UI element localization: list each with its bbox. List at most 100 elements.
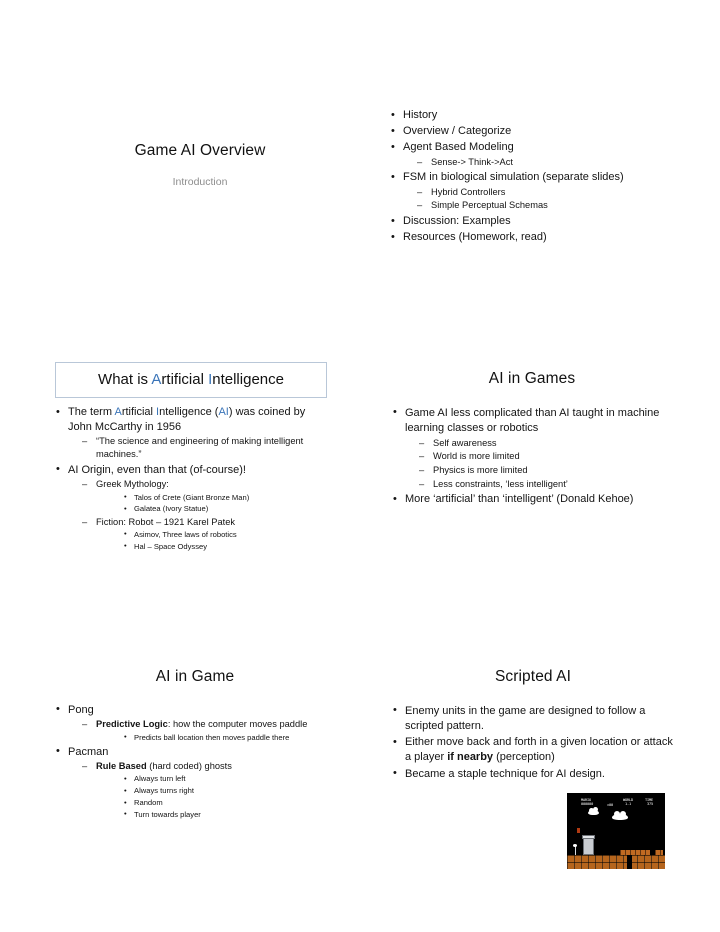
sublist: Self awareness World is more limited Phy… bbox=[405, 437, 672, 491]
cloud-icon bbox=[588, 807, 599, 815]
list-item: Pacman Rule Based (hard coded) ghosts Al… bbox=[55, 744, 335, 821]
list-item: Hybrid Controllers bbox=[417, 186, 680, 199]
list-item-segment-accent: A bbox=[114, 406, 122, 418]
sublist: Predicts ball location then moves paddle… bbox=[96, 731, 335, 744]
list-item-segment: The term bbox=[68, 406, 115, 418]
list-item: Rule Based (hard coded) ghosts Always tu… bbox=[82, 760, 335, 820]
hud-time: TIME 375 bbox=[645, 798, 654, 807]
slide-body: The term Artificial Intelligence (AI) wa… bbox=[55, 404, 327, 552]
ai-in-game-list: Pong Predictive Logic: how the computer … bbox=[55, 702, 335, 821]
list-item: AI Origin, even than that (of-course)! G… bbox=[55, 462, 327, 552]
game-scene: MARIO 000000 ×00 WORLD 1-1 TIME 375 bbox=[567, 793, 665, 869]
title-segment: rtificial bbox=[161, 371, 209, 388]
list-item: More ‘artificial’ than ‘intelligent’ (Do… bbox=[392, 492, 672, 507]
list-item: Always turn left bbox=[123, 773, 335, 785]
hud-coins: ×00 bbox=[607, 803, 614, 807]
list-item-label: AI Origin, even than that (of-course)! bbox=[68, 463, 246, 476]
list-item-emphasis: if nearby bbox=[447, 751, 494, 764]
pipe bbox=[582, 835, 595, 855]
list-item-label: Pong bbox=[68, 703, 94, 716]
list-item-label: Fiction: Robot – 1921 Karel Patek bbox=[96, 516, 236, 527]
list-item-emphasis: Rule Based bbox=[96, 761, 147, 772]
page-title: Game AI Overview bbox=[134, 142, 266, 159]
sublist: Sense-> Think->Act bbox=[403, 156, 680, 169]
slide-heading: AI in Games bbox=[488, 370, 576, 387]
list-item: Fiction: Robot – 1921 Karel Patek Asimov… bbox=[82, 516, 327, 553]
slide-what-is-ai: What is Artificial Intelligence The term… bbox=[55, 362, 327, 554]
ground-gap bbox=[627, 855, 632, 869]
list-item: Simple Perceptual Schemas bbox=[417, 199, 680, 212]
cloud-icon bbox=[612, 811, 628, 820]
flag-pole bbox=[575, 846, 576, 855]
sublist: Asimov, Three laws of robotics Hal – Spa… bbox=[96, 528, 327, 553]
list-item: Asimov, Three laws of robotics bbox=[123, 528, 327, 541]
list-item: Resources (Homework, read) bbox=[390, 230, 680, 245]
hud-world: WORLD 1-1 bbox=[623, 798, 634, 807]
slide-subtitle: Introduction bbox=[172, 175, 228, 188]
list-item: Random bbox=[123, 797, 335, 809]
super-mario-bros-screenshot: MARIO 000000 ×00 WORLD 1-1 TIME 375 bbox=[567, 793, 665, 869]
list-item-segment: : how the computer moves paddle bbox=[167, 719, 308, 730]
list-item-label: Game AI less complicated than AI taught … bbox=[405, 406, 660, 434]
list-item: World is more limited bbox=[419, 450, 672, 463]
list-item: Predictive Logic: how the computer moves… bbox=[82, 718, 335, 743]
title-segment: ntelligence bbox=[212, 371, 284, 388]
list-item: Discussion: Examples bbox=[390, 214, 680, 229]
list-item-segment-accent: AI bbox=[218, 406, 229, 418]
list-item-segment: (perception) bbox=[493, 751, 555, 764]
list-item: Hal – Space Odyssey bbox=[123, 540, 327, 553]
list-item-segment: rtificial bbox=[121, 406, 157, 418]
list-item: Turn towards player bbox=[123, 808, 335, 821]
scripted-ai-list: Enemy units in the game are designed to … bbox=[392, 703, 674, 782]
sublist: Talos of Crete (Giant Bronze Man) Galate… bbox=[96, 491, 327, 516]
list-item: Pong Predictive Logic: how the computer … bbox=[55, 702, 335, 743]
list-item: Enemy units in the game are designed to … bbox=[392, 703, 674, 734]
list-item-segment: ntelligence ( bbox=[159, 406, 219, 418]
list-item: Predicts ball location then moves paddle… bbox=[123, 731, 335, 744]
what-is-ai-list: The term Artificial Intelligence (AI) wa… bbox=[55, 404, 327, 552]
title-segment-accent: A bbox=[151, 371, 162, 388]
sublist: Greek Mythology: Talos of Crete (Giant B… bbox=[68, 478, 327, 552]
list-item: FSM in biological simulation (separate s… bbox=[390, 170, 680, 213]
slide-scripted-ai: Scripted AI Enemy units in the game are … bbox=[392, 668, 674, 783]
ground-tiles bbox=[567, 855, 665, 869]
list-item: Talos of Crete (Giant Bronze Man) bbox=[123, 491, 327, 504]
slide-title-overview: Game AI Overview Introduction bbox=[40, 100, 360, 350]
list-item: Self awareness bbox=[419, 437, 672, 450]
list-item: Always turns right bbox=[123, 785, 335, 797]
list-item-emphasis: Predictive Logic bbox=[96, 719, 168, 730]
sublist: Always turn left Always turns right Rand… bbox=[96, 773, 335, 820]
list-item: Physics is more limited bbox=[419, 464, 672, 477]
list-item: Either move back and forth in a given lo… bbox=[392, 735, 674, 765]
agenda-list: History Overview / Categorize Agent Base… bbox=[390, 108, 680, 245]
list-item: History bbox=[390, 108, 680, 123]
list-item: Became a staple technique for AI design. bbox=[392, 766, 674, 782]
list-item: Sense-> Think->Act bbox=[417, 156, 680, 169]
slide-agenda: History Overview / Categorize Agent Base… bbox=[390, 108, 680, 358]
sublist: Predictive Logic: how the computer moves… bbox=[68, 718, 335, 743]
sublist: Hybrid Controllers Simple Perceptual Sch… bbox=[403, 186, 680, 213]
slide-ai-in-game: AI in Game Pong Predictive Logic: how th… bbox=[55, 668, 335, 822]
list-item: Game AI less complicated than AI taught … bbox=[392, 405, 672, 491]
list-item-label: FSM in biological simulation (separate s… bbox=[403, 171, 624, 184]
title-segment: What is bbox=[98, 371, 152, 388]
ai-in-games-list: Game AI less complicated than AI taught … bbox=[392, 405, 672, 508]
slide-heading: AI in Game bbox=[155, 668, 235, 685]
list-item-label: Greek Mythology: bbox=[96, 479, 169, 490]
list-item: “The science and engineering of making i… bbox=[82, 435, 327, 461]
flag-top-ball bbox=[573, 844, 577, 847]
list-item-label: Pacman bbox=[68, 745, 109, 758]
list-item: Greek Mythology: Talos of Crete (Giant B… bbox=[82, 478, 327, 515]
sublist: “The science and engineering of making i… bbox=[68, 435, 327, 461]
slide-ai-in-games: AI in Games Game AI less complicated tha… bbox=[392, 370, 672, 509]
list-item: The term Artificial Intelligence (AI) wa… bbox=[55, 404, 327, 461]
mario-sprite bbox=[577, 828, 580, 833]
list-item-label: Agent Based Modeling bbox=[403, 141, 514, 154]
slide-title-box: What is Artificial Intelligence bbox=[55, 362, 327, 398]
game-hud: MARIO 000000 ×00 WORLD 1-1 TIME 375 bbox=[581, 798, 654, 807]
list-item: Galatea (Ivory Statue) bbox=[123, 503, 327, 515]
list-item: Agent Based Modeling Sense-> Think->Act bbox=[390, 140, 680, 169]
sublist: Rule Based (hard coded) ghosts Always tu… bbox=[68, 760, 335, 820]
handout-page: Game AI Overview Introduction History Ov… bbox=[0, 0, 720, 932]
list-item: Overview / Categorize bbox=[390, 124, 680, 139]
